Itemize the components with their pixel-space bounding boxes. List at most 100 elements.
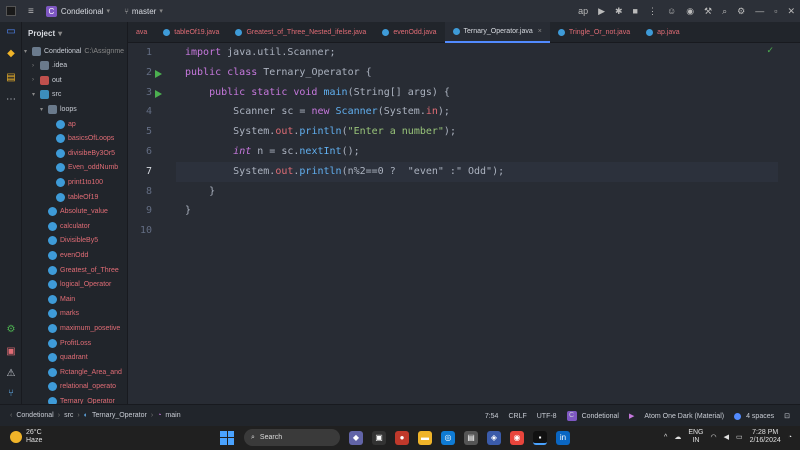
tree-item[interactable]: ▾ Condetional C:\Assignme — [24, 44, 124, 58]
structure-icon[interactable]: ▤ — [5, 72, 17, 84]
taskbar-search[interactable]: ⌕ Search — [244, 429, 340, 446]
inspection-ok-icon[interactable]: ✓ — [766, 45, 774, 56]
tree-item[interactable]: Main — [40, 292, 75, 306]
breadcrumb-item-src[interactable]: src — [64, 412, 73, 419]
close-tab-icon[interactable]: × — [538, 28, 542, 35]
file-explorer-icon[interactable]: ▬ — [418, 430, 432, 445]
tray-chevron-up-icon[interactable]: ^ — [664, 434, 667, 441]
code-line[interactable]: System.out.println("Enter a number"); — [185, 126, 456, 137]
language-indicator[interactable]: ENG IN — [688, 429, 703, 445]
tree-item[interactable]: evenOdd — [40, 248, 88, 262]
tree-item[interactable]: ProfitLoss — [40, 336, 91, 350]
debug-icon[interactable]: ✱ — [615, 6, 623, 17]
code-line[interactable]: System.out.println(n%2==0 ? "even" :" Od… — [185, 166, 504, 177]
commit-icon[interactable]: ◆ — [5, 48, 17, 60]
theme-name[interactable]: Atom One Dark (Material) — [644, 413, 724, 420]
chrome-icon[interactable]: ◉ — [510, 430, 524, 445]
tree-item[interactable]: Ternary_Operator — [40, 394, 115, 404]
more-icon[interactable]: ⋮ — [648, 6, 657, 17]
tree-item[interactable]: Rctangle_Area_and — [40, 365, 122, 379]
tree-item[interactable]: print1to100 — [48, 175, 103, 189]
tree-item[interactable]: basicsOfLoops — [48, 132, 114, 146]
services-icon[interactable]: ⚙ — [5, 324, 17, 336]
edge-icon[interactable]: ◎ — [441, 430, 455, 445]
teams-icon[interactable]: ◆ — [349, 430, 363, 445]
problems-icon[interactable]: ⚠ — [5, 368, 17, 380]
code-line[interactable]: } — [185, 186, 215, 197]
code-line[interactable]: } — [185, 205, 191, 216]
project-panel-header[interactable]: Project ▾ — [22, 22, 127, 44]
code-line[interactable]: public class Ternary_Operator { — [185, 67, 372, 78]
onedrive-icon[interactable]: ☁ — [674, 433, 681, 441]
breadcrumb-item-method[interactable]: main — [165, 412, 180, 419]
run-config-selector[interactable]: ap — [578, 6, 588, 16]
tree-expand-icon[interactable]: › — [32, 63, 40, 69]
lock-icon[interactable]: ⊡ — [784, 412, 790, 420]
code-line[interactable]: Scanner sc = new Scanner(System.in); — [185, 106, 450, 117]
tree-item[interactable]: ap — [48, 117, 76, 131]
run-gutter-icon[interactable] — [155, 69, 162, 78]
editor-tab[interactable]: ap.java — [638, 22, 688, 43]
tree-item[interactable]: relational_operato — [40, 380, 116, 394]
linkedin-icon[interactable]: in — [556, 430, 570, 445]
tree-item[interactable]: Absolute_value — [40, 205, 108, 219]
breadcrumb-item-project[interactable]: Condetional — [16, 412, 53, 419]
main-menu-icon[interactable]: ≡ — [28, 6, 34, 17]
tree-expand-icon[interactable]: › — [32, 77, 40, 83]
build-icon[interactable]: ⚒ — [704, 6, 712, 17]
context-name[interactable]: Condetional — [582, 413, 619, 420]
tree-expand-icon[interactable]: ▾ — [24, 48, 32, 55]
code-line[interactable]: int n = sc.nextInt(); — [185, 146, 359, 157]
code-editor[interactable]: 1 2 3 4 5 6 7 8 9 10 import java.util.Scanner; pub… — [128, 43, 800, 404]
tree-item[interactable]: maximum_posetive — [40, 321, 120, 335]
windows-start-icon[interactable] — [220, 430, 234, 445]
store-icon[interactable]: ▤ — [464, 430, 478, 445]
tree-item[interactable]: › .idea — [32, 59, 67, 73]
terminal-icon[interactable]: ▣ — [5, 346, 17, 358]
run-icon[interactable]: ▶ — [598, 6, 605, 17]
ai-assistant-icon[interactable]: ◉ — [686, 6, 694, 17]
notifications-bell-icon[interactable]: ◔ — [788, 434, 792, 441]
cursor-position[interactable]: 7:54 — [485, 413, 499, 420]
notification-app-icon[interactable]: ● — [395, 430, 409, 445]
maximize-icon[interactable]: ▫ — [774, 6, 777, 16]
volume-icon[interactable]: ◀ — [724, 433, 729, 441]
git-icon[interactable]: ⑂ — [5, 388, 17, 400]
project-switcher[interactable]: Condetional — [61, 7, 104, 16]
line-separator[interactable]: CRLF — [508, 413, 526, 420]
tree-item[interactable]: › out — [32, 73, 62, 87]
breadcrumb-item-class[interactable]: Ternary_Operator — [92, 412, 147, 419]
battery-icon[interactable]: ▭ — [736, 433, 743, 441]
close-icon[interactable]: ✕ — [787, 6, 795, 17]
tree-expand-icon[interactable]: ▾ — [40, 106, 48, 113]
project-tool-icon[interactable]: ▭ — [5, 26, 17, 38]
task-view-icon[interactable]: ▣ — [372, 430, 386, 445]
tree-expand-icon[interactable]: ▾ — [32, 91, 40, 98]
editor-tab[interactable]: ava — [128, 22, 155, 43]
editor-tab[interactable]: Tringle_Or_not.java — [550, 22, 638, 43]
tree-item[interactable]: DivisibleBy5 — [40, 234, 98, 248]
tree-item[interactable]: divisibeBy3Or5 — [48, 146, 115, 160]
tree-item[interactable]: tableOf19 — [48, 190, 98, 204]
tree-item[interactable]: ▾ src — [32, 88, 61, 102]
editor-tab[interactable]: Ternary_Operator.java × — [444, 22, 550, 43]
code-line[interactable]: import java.util.Scanner; — [185, 47, 336, 58]
editor-tab[interactable]: tableOf19.java — [155, 22, 227, 43]
indent-setting[interactable]: 4 spaces — [746, 413, 774, 420]
vscode-icon[interactable]: ◈ — [487, 430, 501, 445]
intellij-icon[interactable]: ▪ — [533, 430, 547, 445]
tree-item[interactable]: Greatest_of_Three — [40, 263, 119, 277]
project-badge[interactable]: C — [45, 5, 57, 17]
people-icon[interactable]: ☺ — [667, 6, 676, 16]
file-encoding[interactable]: UTF-8 — [537, 413, 557, 420]
branch-switcher[interactable]: master — [132, 7, 156, 16]
settings-icon[interactable]: ⚙ — [737, 6, 745, 17]
more-tools-icon[interactable]: ⋯ — [5, 94, 17, 106]
tree-item[interactable]: calculator — [40, 219, 90, 233]
tree-item[interactable]: marks — [40, 307, 79, 321]
wifi-icon[interactable]: ◠ — [710, 433, 716, 441]
minimize-icon[interactable]: — — [755, 6, 764, 16]
editor-tab[interactable]: Greatest_of_Three_Nested_ifelse.java — [227, 22, 374, 43]
stop-icon[interactable]: ■ — [633, 6, 638, 16]
search-icon[interactable]: ⌕ — [722, 6, 727, 17]
